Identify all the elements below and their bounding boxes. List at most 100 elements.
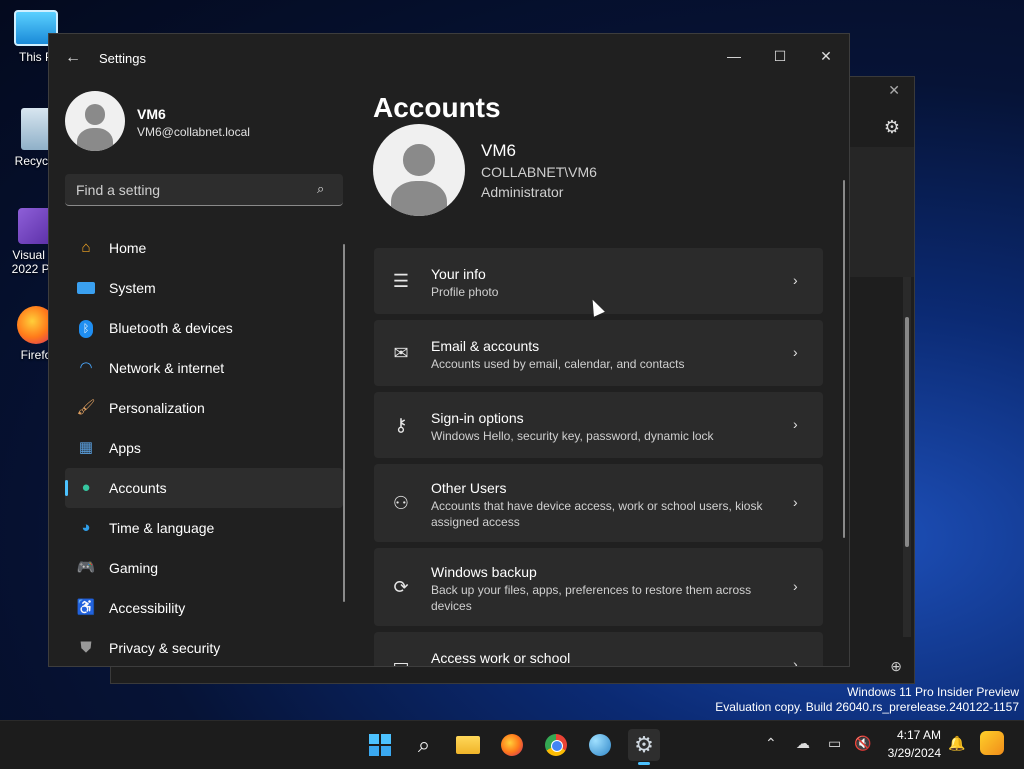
- card-title: Your info: [431, 266, 486, 282]
- clock-time[interactable]: 4:17 AM: [897, 728, 941, 742]
- sidebar-item-label: Time & language: [109, 520, 215, 536]
- account-avatar[interactable]: [373, 124, 465, 216]
- sidebar-item-label: Home: [109, 240, 147, 256]
- sidebar-item-label: Apps: [109, 440, 141, 456]
- sidebar-item-label: Bluetooth & devices: [109, 320, 233, 336]
- card-subtitle: Accounts used by email, calendar, and co…: [431, 357, 685, 371]
- card-subtitle: Windows Hello, security key, password, d…: [431, 429, 714, 443]
- card-windows-backup[interactable]: ⟳ Windows backup Back up your files, app…: [374, 548, 823, 626]
- accounts-icon: ●: [81, 479, 91, 496]
- search-icon: ⌕: [417, 732, 431, 757]
- back-arrow-icon[interactable]: ←: [63, 48, 83, 68]
- chevron-right-icon: ›: [793, 416, 798, 432]
- sidebar-item-apps[interactable]: ▦ Apps: [65, 428, 343, 468]
- chevron-right-icon: ›: [793, 578, 798, 594]
- volume-muted-icon[interactable]: 🔇: [854, 735, 871, 752]
- chevron-up-icon[interactable]: ⌃: [765, 735, 777, 752]
- card-title: Other Users: [431, 480, 507, 496]
- sidebar-item-system[interactable]: System: [65, 268, 343, 308]
- settings-taskbar-button[interactable]: ⚙: [628, 729, 660, 765]
- clock-date[interactable]: 3/29/2024: [888, 746, 941, 760]
- sidebar-item-privacy[interactable]: ⛊ Privacy & security: [65, 628, 343, 666]
- watermark-line1: Windows 11 Pro Insider Preview: [847, 685, 1019, 699]
- windows-start-icon: [369, 734, 391, 756]
- taskbar-search-button[interactable]: ⌕: [408, 729, 440, 761]
- card-email-accounts[interactable]: ✉ Email & accounts Accounts used by emai…: [374, 320, 823, 386]
- network-icon[interactable]: ▭: [828, 735, 841, 752]
- sidebar-item-label: Accounts: [109, 480, 167, 496]
- sidebar-item-personalization[interactable]: 🖌 Personalization: [65, 388, 343, 428]
- main-scrollbar[interactable]: [843, 180, 845, 538]
- notification-bell-icon[interactable]: 🔔: [948, 735, 965, 752]
- sidebar-item-home[interactable]: ⌂ Home: [65, 228, 343, 268]
- shield-icon: ⛊: [80, 639, 92, 656]
- firefox-taskbar-button[interactable]: [496, 729, 528, 761]
- key-icon: ⚷: [394, 415, 408, 435]
- chrome-taskbar-button[interactable]: [540, 729, 572, 761]
- home-icon: ⌂: [81, 239, 91, 256]
- account-role: Administrator: [481, 184, 564, 200]
- card-title: Email & accounts: [431, 338, 540, 354]
- bluetooth-icon: ᛒ: [76, 318, 96, 338]
- minimize-button[interactable]: —: [711, 40, 757, 72]
- search-input[interactable]: [65, 174, 318, 206]
- search-box[interactable]: ⌕: [65, 174, 343, 206]
- profile-email: VM6@collabnet.local: [137, 125, 250, 139]
- paint-icon: [589, 734, 611, 756]
- chevron-right-icon: ›: [793, 656, 798, 667]
- window-title: Settings: [99, 51, 146, 66]
- watermark-line2: Evaluation copy. Build 26040.rs_prerelea…: [715, 700, 1019, 714]
- sidebar-item-label: Personalization: [109, 400, 205, 416]
- start-button[interactable]: [364, 729, 396, 761]
- recycle-bin-icon: [21, 108, 51, 150]
- file-explorer-button[interactable]: [452, 729, 484, 761]
- gamepad-icon: 🎮: [76, 559, 96, 576]
- backup-icon: ⟳: [393, 577, 409, 597]
- card-access-work-school[interactable]: ▭ Access work or school ›: [374, 632, 823, 667]
- chevron-right-icon: ›: [793, 494, 798, 510]
- card-title: Sign-in options: [431, 410, 524, 426]
- title-bar: ← Settings — ☐ ✕: [49, 34, 849, 82]
- card-other-users[interactable]: ⚇ Other Users Accounts that have device …: [374, 464, 823, 542]
- sidebar-item-network[interactable]: ◠ Network & internet: [65, 348, 343, 388]
- wifi-icon: ◠: [79, 359, 93, 376]
- zoom-in-icon[interactable]: ⊕: [890, 658, 902, 675]
- sidebar-item-accounts[interactable]: ● Accounts: [65, 468, 343, 508]
- apps-icon: ▦: [78, 439, 94, 456]
- sidebar-item-accessibility[interactable]: ♿ Accessibility: [65, 588, 343, 628]
- account-domain: COLLABNET\VM6: [481, 164, 597, 180]
- close-button[interactable]: ✕: [803, 40, 849, 72]
- profile-name: VM6: [137, 106, 166, 122]
- card-title: Access work or school: [431, 650, 571, 666]
- search-icon[interactable]: ⌕: [317, 182, 331, 196]
- card-sign-in-options[interactable]: ⚷ Sign-in options Windows Hello, securit…: [374, 392, 823, 458]
- bg-scroll-thumb[interactable]: [905, 317, 909, 547]
- bg-panel: [844, 147, 914, 277]
- maximize-button[interactable]: ☐: [757, 40, 803, 72]
- card-subtitle: Profile photo: [431, 285, 499, 299]
- account-name: VM6: [481, 141, 516, 160]
- sidebar-item-bluetooth[interactable]: ᛒ Bluetooth & devices: [65, 308, 343, 348]
- taskbar: ⌕ ⚙ ⌃ ☁ ▭ 🔇 4:17 AM 3/29/2024 🔔: [0, 720, 1024, 769]
- card-subtitle: Accounts that have device access, work o…: [431, 499, 763, 529]
- sidebar-item-time-language[interactable]: ◕ Time & language: [65, 508, 343, 548]
- sidebar-item-label: Network & internet: [109, 360, 225, 376]
- folder-icon: [456, 736, 480, 754]
- avatar-body: [391, 181, 447, 216]
- avatar-head: [403, 144, 435, 176]
- paint-taskbar-button[interactable]: [584, 729, 616, 761]
- settings-window: ← Settings — ☐ ✕ VM6 VM6@collabnet.local…: [48, 33, 850, 667]
- add-user-icon: ⚇: [392, 493, 410, 513]
- nav-scrollbar[interactable]: [343, 244, 345, 602]
- bg-gear-icon[interactable]: ⚙: [884, 117, 900, 138]
- sidebar-item-label: Gaming: [109, 560, 159, 576]
- avatar-head: [84, 104, 106, 125]
- sidebar-item-gaming[interactable]: 🎮 Gaming: [65, 548, 343, 588]
- card-subtitle: Back up your files, apps, preferences to…: [431, 583, 752, 613]
- bg-close-icon[interactable]: ✕: [888, 82, 900, 99]
- onedrive-icon[interactable]: ☁: [796, 735, 810, 752]
- bg-scrollbar[interactable]: [903, 277, 911, 637]
- system-icon: [76, 278, 96, 298]
- avatar[interactable]: [65, 91, 125, 151]
- copilot-pre-icon[interactable]: [980, 731, 1004, 755]
